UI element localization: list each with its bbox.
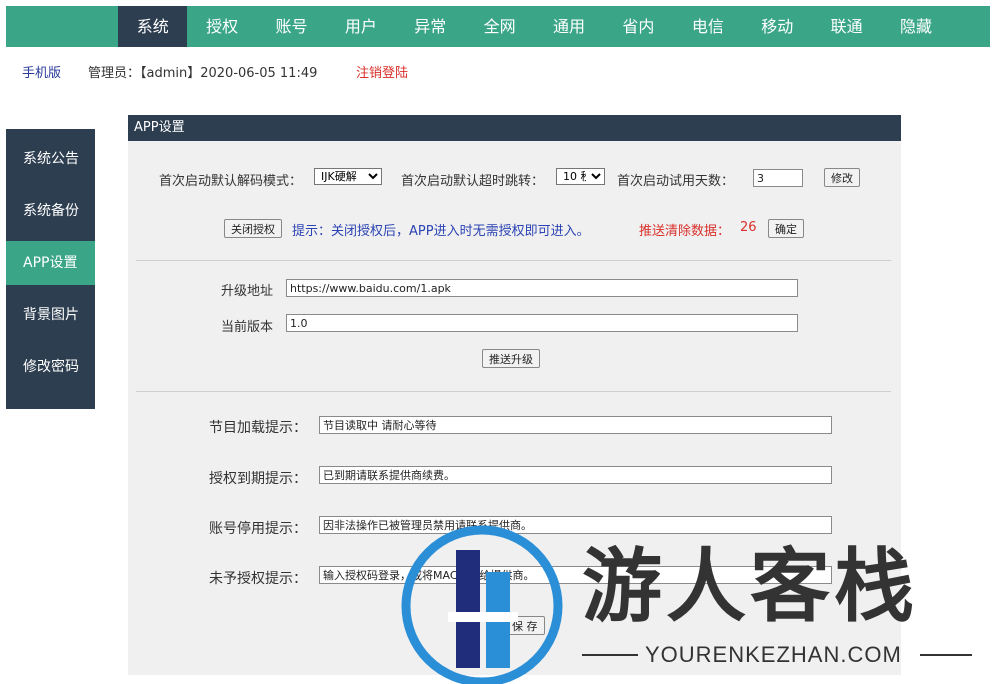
nav-item-11[interactable]: 隐藏 — [881, 6, 950, 47]
watermark-line — [920, 654, 972, 656]
nav-item-7[interactable]: 省内 — [604, 6, 673, 47]
logout-link[interactable]: 注销登陆 — [356, 62, 408, 81]
nav-item-3[interactable]: 用户 — [326, 6, 395, 47]
unauth-prompt-input[interactable] — [319, 566, 832, 584]
divider — [136, 391, 891, 392]
nav-item-1[interactable]: 授权 — [187, 6, 256, 47]
sidebar: 系统公告 系统备份 APP设置 背景图片 修改密码 免责声明 — [6, 129, 95, 427]
modify-button[interactable]: 修改 — [824, 168, 860, 187]
save-button[interactable]: 保 存 — [505, 616, 545, 635]
push-clear-count: 26 — [740, 220, 757, 235]
trial-days-input[interactable] — [753, 169, 803, 187]
disabled-prompt-input[interactable] — [319, 516, 832, 534]
nav-item-10[interactable]: 联通 — [812, 6, 881, 47]
nav-item-9[interactable]: 移动 — [743, 6, 812, 47]
sidebar-item-1[interactable]: 系统备份 — [6, 189, 95, 233]
timeout-label: 首次启动默认超时跳转： — [401, 174, 545, 189]
nav-item-0[interactable]: 系统 — [118, 6, 188, 47]
version-input[interactable] — [286, 314, 798, 332]
unauth-prompt-label: 未予授权提示： — [209, 571, 307, 587]
nav-item-4[interactable]: 异常 — [396, 6, 465, 47]
loading-prompt-label: 节目加载提示： — [209, 420, 307, 436]
auth-hint: 提示：关闭授权后，APP进入时无需授权即可进入。 — [292, 224, 590, 239]
decode-mode-select[interactable]: IJK硬解 — [314, 168, 382, 185]
mobile-version-link[interactable]: 手机版 — [22, 62, 61, 81]
upgrade-url-label: 升级地址 — [221, 284, 274, 299]
sidebar-item-3[interactable]: 背景图片 — [6, 293, 95, 337]
nav-item-2[interactable]: 账号 — [257, 6, 326, 47]
confirm-button[interactable]: 确定 — [768, 219, 804, 238]
panel-title: APP设置 — [128, 115, 901, 141]
push-upgrade-button[interactable]: 推送升级 — [482, 349, 540, 368]
expire-prompt-label: 授权到期提示： — [209, 471, 307, 487]
app-settings-panel: APP设置 首次启动默认解码模式： IJK硬解 首次启动默认超时跳转： 10 秒… — [128, 115, 901, 675]
nav-item-5[interactable]: 全网 — [465, 6, 534, 47]
close-auth-button[interactable]: 关闭授权 — [224, 219, 282, 238]
nav-item-8[interactable]: 电信 — [673, 6, 742, 47]
trial-days-label: 首次启动试用天数： — [617, 174, 735, 189]
upgrade-url-input[interactable] — [286, 279, 798, 297]
top-nav: 系统 授权 账号 用户 异常 全网 通用 省内 电信 移动 联通 隐藏 — [6, 6, 990, 47]
nav-item-6[interactable]: 通用 — [534, 6, 603, 47]
loading-prompt-input[interactable] — [319, 416, 832, 434]
disabled-prompt-label: 账号停用提示： — [209, 521, 307, 537]
expire-prompt-input[interactable] — [319, 466, 832, 484]
sidebar-item-2[interactable]: APP设置 — [6, 241, 95, 285]
sidebar-item-4[interactable]: 修改密码 — [6, 345, 95, 389]
version-label: 当前版本 — [221, 320, 274, 335]
decode-mode-label: 首次启动默认解码模式： — [159, 174, 303, 189]
sidebar-item-5[interactable]: 免责声明 — [6, 397, 95, 441]
admin-info: 管理员：【admin】2020-06-05 11:49 — [88, 66, 318, 81]
push-clear-label: 推送清除数据： — [639, 224, 731, 239]
sidebar-item-0[interactable]: 系统公告 — [6, 137, 95, 181]
timeout-select[interactable]: 10 秒 — [556, 168, 605, 185]
divider — [136, 260, 891, 261]
